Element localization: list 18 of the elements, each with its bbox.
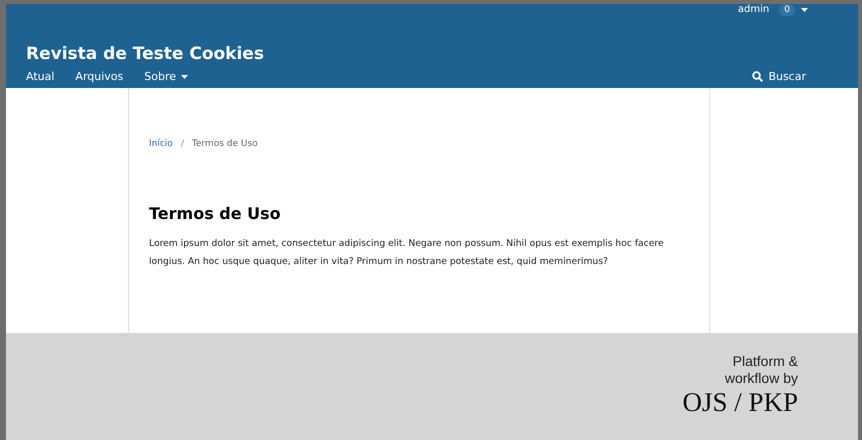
notification-badge: 0 (779, 4, 795, 16)
page-title: Termos de Uso (149, 204, 282, 223)
footer-caption: Platform & (732, 353, 798, 370)
caret-icon (801, 8, 808, 12)
breadcrumb-current: Termos de Uso (192, 139, 258, 149)
user-menu[interactable]: admin (738, 4, 770, 16)
breadcrumb-separator: / (180, 139, 184, 149)
footer-caption: workflow by (724, 370, 798, 387)
nav-link[interactable]: Atual (26, 70, 54, 83)
search-icon (752, 71, 764, 82)
nav-link[interactable]: Sobre (144, 70, 188, 83)
body-text: Lorem ipsum dolor sit amet, consectetur adipiscing elit. Negare non possum. Nihil opus est exemplis hoc facere longius. An hoc usque quaque, aliter in vita? Primum in nostrane potestate est, quid meminerimus? (149, 237, 665, 269)
nav-link[interactable]: Arquivos (75, 70, 124, 83)
site-title[interactable]: Revista de Teste Cookies (26, 42, 838, 66)
search-link[interactable]: Buscar (752, 70, 806, 83)
caret-icon (181, 74, 188, 78)
breadcrumb-link[interactable]: Início (149, 139, 173, 149)
pkp-logo[interactable]: OJS / PKP (682, 387, 798, 417)
